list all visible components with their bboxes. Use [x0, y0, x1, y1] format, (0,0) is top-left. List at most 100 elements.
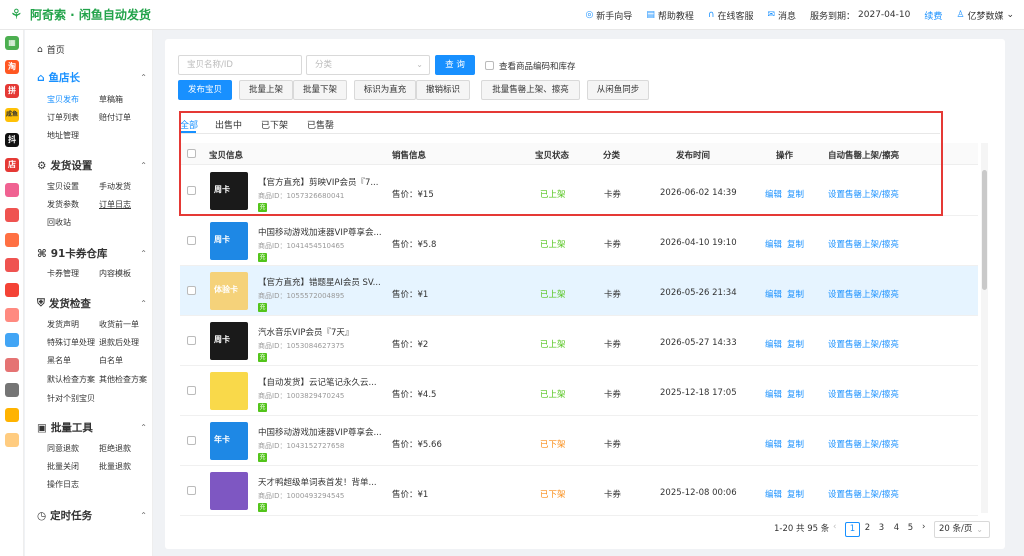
row-checkbox[interactable] [187, 186, 196, 195]
copy-link[interactable]: 复制 [787, 238, 804, 250]
item-name[interactable]: 【官方直充】错题星AI会员 SV... [258, 276, 381, 288]
item-name[interactable]: 中国移动游戏加速器VIP尊享会... [258, 226, 382, 238]
item-name-input[interactable]: 宝贝名称/ID [178, 55, 302, 75]
item-name[interactable]: 汽水音乐VIP会员『7天』 [258, 326, 353, 338]
sidebar-item-publish[interactable]: 宝贝发布 [47, 94, 79, 105]
edit-link[interactable]: 编辑 [765, 188, 782, 200]
row-checkbox[interactable] [187, 486, 196, 495]
sidebar-item-pre-receipt[interactable]: 收货前一单 [99, 319, 139, 330]
unmark-button[interactable]: 撤销标识 [416, 80, 470, 100]
edit-link[interactable]: 编辑 [765, 288, 782, 300]
table-row[interactable]: 年卡 中国移动游戏加速器VIP尊享会... 商品ID：1043152727658 充 售… [180, 416, 978, 466]
row-checkbox[interactable] [187, 336, 196, 345]
item-name[interactable]: 天才鸭超级单词表首发！背单... [258, 476, 377, 488]
table-row[interactable]: 体验卡 【官方直充】错题星AI会员 SV... 商品ID：1055572004895… [180, 266, 978, 316]
batch-soldout-relist-button[interactable]: 批量售罄上架、擦亮 [481, 80, 580, 100]
edit-link[interactable]: 编辑 [765, 488, 782, 500]
page-1[interactable]: 1 [845, 522, 860, 537]
table-row[interactable]: 天才鸭超级单词表首发！背单... 商品ID：1000493294545 充 售价：¥1… [180, 466, 978, 516]
sidebar-group-batch-tools[interactable]: ▣ 批量工具 ⌃ [37, 420, 147, 435]
sidebar-item-specific-items[interactable]: 针对个别宝贝 [47, 393, 95, 404]
sidebar-item-manual-ship[interactable]: 手动发货 [99, 181, 131, 192]
table-row[interactable]: 【自动发货】云记笔记永久云... 商品ID：1003829470245 充 售价：¥4… [180, 366, 978, 416]
sidebar-item-op-log[interactable]: 操作日志 [47, 479, 79, 490]
sidebar-item-orders[interactable]: 订单列表 [47, 112, 79, 123]
app-icon-14[interactable] [5, 383, 19, 397]
messages-link[interactable]: ✉ 消息 [767, 9, 796, 22]
show-code-stock-checkbox[interactable] [485, 61, 494, 70]
app-icon-13[interactable] [5, 358, 19, 372]
item-name[interactable]: 中国移动游戏加速器VIP尊享会... [258, 426, 382, 438]
sidebar-item-after-refund[interactable]: 退款后处理 [99, 337, 139, 348]
sidebar-item-special-orders[interactable]: 特殊订单处理 [47, 337, 95, 348]
copy-link[interactable]: 复制 [787, 438, 804, 450]
sidebar-group-scheduled[interactable]: ◷ 定时任务 ⌃ [37, 508, 147, 523]
app-icon-15[interactable] [5, 408, 19, 422]
sidebar-item-ship-params[interactable]: 发货参数 [47, 199, 79, 210]
sidebar-item-card-manage[interactable]: 卡券管理 [47, 268, 79, 279]
item-thumbnail[interactable]: 年卡 [210, 422, 248, 460]
item-thumbnail[interactable]: 周卡 [210, 222, 248, 260]
batch-list-button[interactable]: 批量上架 [239, 80, 293, 100]
tab-on-sale[interactable]: 出售中 [215, 118, 242, 131]
sidebar-item-reject-refund[interactable]: 拒绝退款 [99, 443, 131, 454]
set-auto-relist-link[interactable]: 设置售罄上架/擦亮 [828, 238, 899, 250]
table-row[interactable]: 周卡 【官方直充】剪映VIP会员『7... 商品ID：1057326680041 充 售… [180, 166, 978, 216]
item-thumbnail[interactable]: 周卡 [210, 322, 248, 360]
grid-icon[interactable]: ▦ [5, 36, 19, 50]
tab-all[interactable]: 全部 [180, 118, 198, 131]
page-2[interactable]: 2 [860, 522, 875, 537]
set-auto-relist-link[interactable]: 设置售罄上架/擦亮 [828, 438, 899, 450]
app-icon-16[interactable] [5, 433, 19, 447]
publish-item-button[interactable]: 发布宝贝 [178, 80, 232, 100]
table-row[interactable]: 周卡 中国移动游戏加速器VIP尊享会... 商品ID：1041454510465 充 售… [180, 216, 978, 266]
app-icon-8[interactable] [5, 233, 19, 247]
edit-link[interactable]: 编辑 [765, 438, 782, 450]
category-select[interactable]: 分类 ⌄ [306, 55, 430, 75]
item-name[interactable]: 【自动发货】云记笔记永久云... [258, 376, 377, 388]
service-link[interactable]: ∩ 在线客服 [708, 9, 754, 22]
sidebar-group-card-warehouse[interactable]: ⌘ 91卡券仓库 ⌃ [37, 246, 147, 261]
row-checkbox[interactable] [187, 286, 196, 295]
sidebar-item-address[interactable]: 地址管理 [47, 130, 79, 141]
set-auto-relist-link[interactable]: 设置售罄上架/擦亮 [828, 288, 899, 300]
page-3[interactable]: 3 [874, 522, 889, 537]
set-auto-relist-link[interactable]: 设置售罄上架/擦亮 [828, 388, 899, 400]
xianyu-icon[interactable]: 咸鱼 [5, 108, 19, 122]
row-checkbox[interactable] [187, 386, 196, 395]
sidebar-item-item-settings[interactable]: 宝贝设置 [47, 181, 79, 192]
shop-icon[interactable]: 店 [5, 158, 19, 172]
sidebar-item-whitelist[interactable]: 白名单 [99, 355, 123, 366]
user-menu[interactable]: ♙ 亿梦数媒 ⌄ [956, 9, 1014, 22]
sidebar-item-batch-refund[interactable]: 批量退款 [99, 461, 131, 472]
sidebar-item-default-check[interactable]: 默认检查方案 [47, 374, 95, 385]
renew-link[interactable]: 续费 [924, 9, 942, 22]
sidebar-item-home[interactable]: ⌂ 首页 [37, 43, 65, 57]
sidebar-item-blacklist[interactable]: 黑名单 [47, 355, 71, 366]
item-thumbnail[interactable] [210, 372, 248, 410]
app-logo[interactable]: ⚘ 阿奇索 · 闲鱼自动发货 [0, 6, 200, 23]
copy-link[interactable]: 复制 [787, 338, 804, 350]
sidebar-item-ship-statement[interactable]: 发货声明 [47, 319, 79, 330]
edit-link[interactable]: 编辑 [765, 388, 782, 400]
per-page-select[interactable]: 20 条/页 ⌄ [934, 521, 990, 538]
app-icon-12[interactable] [5, 333, 19, 347]
copy-link[interactable]: 复制 [787, 388, 804, 400]
pinduoduo-icon[interactable]: 拼 [5, 84, 19, 98]
help-link[interactable]: ▤ 帮助教程 [646, 9, 694, 22]
copy-link[interactable]: 复制 [787, 288, 804, 300]
sidebar-item-other-check[interactable]: 其他检查方案 [99, 374, 147, 385]
item-thumbnail[interactable]: 周卡 [210, 172, 248, 210]
item-thumbnail[interactable]: 体验卡 [210, 272, 248, 310]
app-icon-7[interactable] [5, 208, 19, 222]
sidebar-item-content-template[interactable]: 内容模板 [99, 268, 131, 279]
tab-delisted[interactable]: 已下架 [261, 118, 288, 131]
douyin-icon[interactable]: 抖 [5, 133, 19, 147]
set-auto-relist-link[interactable]: 设置售罄上架/擦亮 [828, 488, 899, 500]
mark-direct-button[interactable]: 标识为直充 [354, 80, 416, 100]
prev-page-icon[interactable]: ‹ [833, 522, 836, 532]
row-checkbox[interactable] [187, 236, 196, 245]
app-icon-11[interactable] [5, 308, 19, 322]
item-name[interactable]: 【官方直充】剪映VIP会员『7... [258, 176, 378, 188]
table-scrollbar-thumb[interactable] [982, 170, 987, 290]
